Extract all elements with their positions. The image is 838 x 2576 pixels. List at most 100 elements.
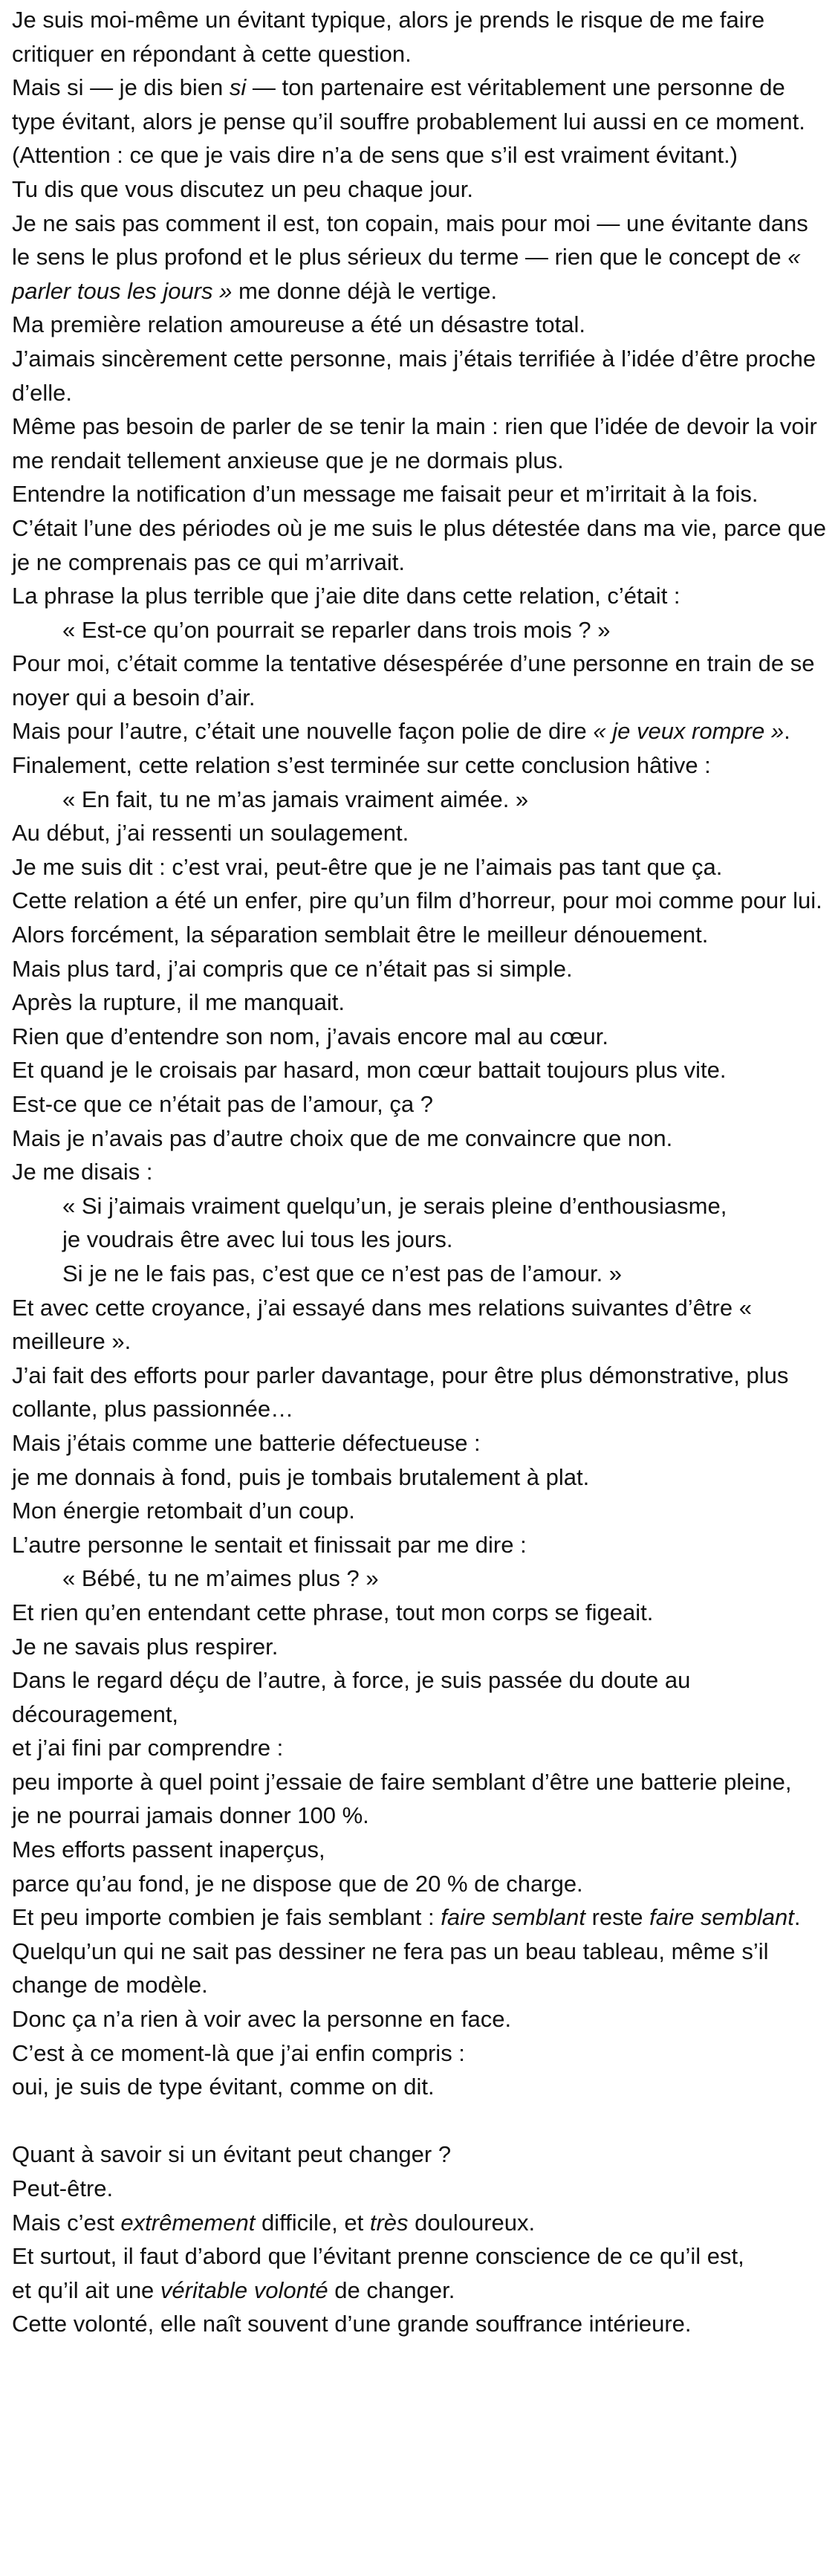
paragraph: Et rien qu’en entendant cette phrase, to… <box>12 1596 826 1630</box>
paragraph: Mais je n’avais pas d’autre choix que de… <box>12 1122 826 1156</box>
paragraph: Mes efforts passent inaperçus, <box>12 1833 826 1867</box>
quoted-line: « Si j’aimais vraiment quelqu’un, je ser… <box>12 1189 826 1223</box>
italic-text: véritable volonté <box>160 2276 328 2303</box>
paragraph: Finalement, cette relation s’est terminé… <box>12 748 826 783</box>
text-run: L’autre personne le sentait et finissait… <box>12 1531 527 1558</box>
paragraph: et j’ai fini par comprendre : <box>12 1731 826 1765</box>
quoted-line: « En fait, tu ne m’as jamais vraiment ai… <box>12 783 826 817</box>
paragraph: Et surtout, il faut d’abord que l’évitan… <box>12 2239 826 2274</box>
paragraph: Après la rupture, il me manquait. <box>12 986 826 1020</box>
paragraph: L’autre personne le sentait et finissait… <box>12 1528 826 1562</box>
italic-text: faire semblant <box>441 1904 585 1931</box>
text-run: oui, je suis de type évitant, comme on d… <box>12 2074 435 2100</box>
paragraph: Au début, j’ai ressenti un soulagement. <box>12 816 826 850</box>
paragraph: Quant à savoir si un évitant peut change… <box>12 2138 826 2172</box>
text-run: je voudrais être avec lui tous les jours… <box>62 1226 453 1253</box>
text-run: Après la rupture, il me manquait. <box>12 989 345 1016</box>
paragraph: Est-ce que ce n’était pas de l’amour, ça… <box>12 1087 826 1122</box>
text-run: Quelqu’un qui ne sait pas dessiner ne fe… <box>12 1938 769 1999</box>
text-run: J’ai fait des efforts pour parler davant… <box>12 1362 789 1423</box>
paragraph: Cette volonté, elle naît souvent d’une g… <box>12 2307 826 2341</box>
text-run: Mais pour l’autre, c’était une nouvelle … <box>12 718 594 745</box>
text-run: Au début, j’ai ressenti un soulagement. <box>12 820 409 847</box>
text-run: « Bébé, tu ne m’aimes plus ? » <box>62 1565 379 1592</box>
italic-text: « je veux rompre » <box>593 718 785 745</box>
text-run: Mais je n’avais pas d’autre choix que de… <box>12 1124 673 1151</box>
text-run: Je ne savais plus respirer. <box>12 1633 279 1660</box>
paragraph: Mais pour l’autre, c’était une nouvelle … <box>12 714 826 748</box>
paragraph: Je me disais : <box>12 1155 826 1189</box>
text-run: Je me suis dit : c’est vrai, peut-être q… <box>12 853 723 880</box>
text-run: Alors forcément, la séparation semblait … <box>12 922 709 948</box>
text-run: douloureux. <box>408 2209 536 2236</box>
paragraph: oui, je suis de type évitant, comme on d… <box>12 2070 826 2104</box>
italic-text: extrêmement <box>120 2209 256 2236</box>
paragraph: Alors forcément, la séparation semblait … <box>12 918 826 952</box>
text-run: « En fait, tu ne m’as jamais vraiment ai… <box>62 786 529 812</box>
quoted-line: Si je ne le fais pas, c’est que ce n’est… <box>12 1257 826 1291</box>
text-run: et qu’il ait une <box>12 2276 160 2303</box>
paragraph: (Attention : ce que je vais dire n’a de … <box>12 138 826 172</box>
paragraph: Mais c’est extrêmement difficile, et trè… <box>12 2206 826 2240</box>
italic-text: faire semblant <box>649 1904 794 1931</box>
text-run: Et avec cette croyance, j’ai essayé dans… <box>12 1294 752 1355</box>
paragraph: Je ne savais plus respirer. <box>12 1630 826 1664</box>
text-run: Entendre la notification d’un message me… <box>12 481 759 508</box>
text-run: je ne pourrai jamais donner 100 %. <box>12 1802 369 1829</box>
text-run: Mais c’est <box>12 2209 121 2236</box>
text-run: Mais plus tard, j’ai compris que ce n’ét… <box>12 955 573 982</box>
text-run: Je me disais : <box>12 1159 153 1185</box>
quoted-line: « Bébé, tu ne m’aimes plus ? » <box>12 1562 826 1596</box>
text-run: Cette relation a été un enfer, pire qu’u… <box>12 887 822 914</box>
text-run: de changer. <box>328 2276 455 2303</box>
text-run: et j’ai fini par comprendre : <box>12 1735 284 1761</box>
paragraph: Même pas besoin de parler de se tenir la… <box>12 410 826 477</box>
text-run: Mon énergie retombait d’un coup. <box>12 1498 355 1524</box>
text-run: parce qu’au fond, je ne dispose que de 2… <box>12 1870 583 1897</box>
paragraph: Je ne sais pas comment il est, ton copai… <box>12 207 826 308</box>
text-run: . <box>793 1904 801 1931</box>
paragraph: Dans le regard déçu de l’autre, à force,… <box>12 1663 826 1731</box>
text-run: Ma première relation amoureuse a été un … <box>12 311 585 338</box>
text-run: Je ne sais pas comment il est, ton copai… <box>12 210 808 271</box>
paragraph: Entendre la notification d’un message me… <box>12 477 826 511</box>
paragraph: Peut-être. <box>12 2172 826 2206</box>
text-run: Mais j’étais comme une batterie défectue… <box>12 1429 481 1456</box>
text-run: Dans le regard déçu de l’autre, à force,… <box>12 1667 691 1727</box>
paragraph: Donc ça n’a rien à voir avec la personne… <box>12 2002 826 2036</box>
text-run: Mes efforts passent inaperçus, <box>12 1836 325 1863</box>
paragraph: C’était l’une des périodes où je me suis… <box>12 511 826 579</box>
paragraph: Je me suis dit : c’est vrai, peut-être q… <box>12 850 826 884</box>
text-run: J’aimais sincèrement cette personne, mai… <box>12 345 816 406</box>
quoted-line: « Est-ce qu’on pourrait se reparler dans… <box>12 613 826 647</box>
text-run: peu importe à quel point j’essaie de fai… <box>12 1768 792 1795</box>
text-run: Et peu importe combien je fais semblant … <box>12 1904 441 1931</box>
text-run: Peut-être. <box>12 2175 114 2201</box>
text-run: Donc ça n’a rien à voir avec la personne… <box>12 2006 512 2033</box>
paragraph: et qu’il ait une véritable volonté de ch… <box>12 2274 826 2308</box>
paragraph: Mais j’étais comme une batterie défectue… <box>12 1426 826 1460</box>
quoted-line: je voudrais être avec lui tous les jours… <box>12 1223 826 1257</box>
text-run: Pour moi, c’était comme la tentative dés… <box>12 650 815 711</box>
text-run: Même pas besoin de parler de se tenir la… <box>12 413 817 473</box>
text-run: Finalement, cette relation s’est terminé… <box>12 752 711 779</box>
text-run: « Est-ce qu’on pourrait se reparler dans… <box>62 616 611 643</box>
paragraph: Et quand je le croisais par hasard, mon … <box>12 1053 826 1087</box>
italic-text: très <box>369 2209 409 2236</box>
paragraph: La phrase la plus terrible que j’aie dit… <box>12 579 826 613</box>
paragraph: Et peu importe combien je fais semblant … <box>12 1900 826 1935</box>
text-run: La phrase la plus terrible que j’aie dit… <box>12 583 681 609</box>
italic-text: si <box>229 74 247 101</box>
text-run: je me donnais à fond, puis je tombais br… <box>12 1463 590 1490</box>
text-run: Cette volonté, elle naît souvent d’une g… <box>12 2311 692 2337</box>
text-run: C’est à ce moment-là que j’ai enfin comp… <box>12 2039 465 2066</box>
paragraph: J’aimais sincèrement cette personne, mai… <box>12 342 826 410</box>
paragraph: Mais si — je dis bien si — ton partenair… <box>12 71 826 138</box>
paragraph: Mais plus tard, j’ai compris que ce n’ét… <box>12 952 826 986</box>
text-run: Rien que d’entendre son nom, j’avais enc… <box>12 1023 608 1049</box>
paragraph: je me donnais à fond, puis je tombais br… <box>12 1460 826 1495</box>
paragraph: Et avec cette croyance, j’ai essayé dans… <box>12 1291 826 1359</box>
text-run: difficile, et <box>255 2209 370 2236</box>
text-run: reste <box>585 1904 650 1931</box>
